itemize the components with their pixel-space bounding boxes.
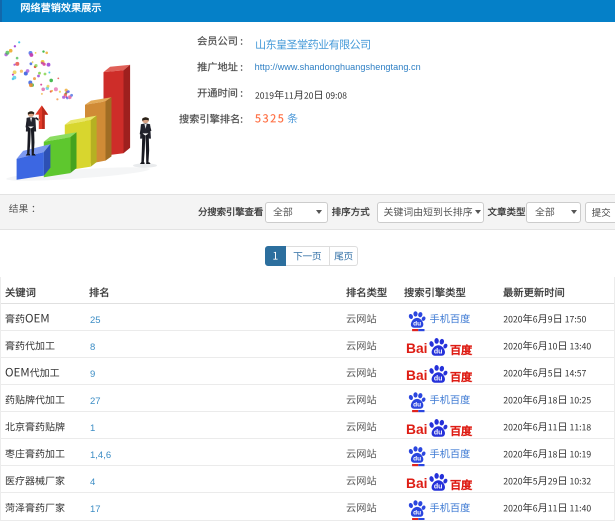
svg-text:du: du	[434, 348, 443, 355]
svg-text:du: du	[434, 375, 443, 382]
svg-text:Bai: Bai	[406, 422, 427, 437]
svg-text:du: du	[413, 321, 421, 328]
svg-text:Bai: Bai	[406, 368, 427, 383]
svg-text:du: du	[413, 402, 421, 409]
svg-text:Bai: Bai	[406, 341, 427, 356]
svg-text:Bai: Bai	[406, 476, 427, 491]
svg-text:du: du	[434, 483, 443, 490]
svg-text:du: du	[434, 429, 443, 436]
svg-text:du: du	[413, 456, 421, 463]
svg-text:du: du	[413, 510, 421, 517]
